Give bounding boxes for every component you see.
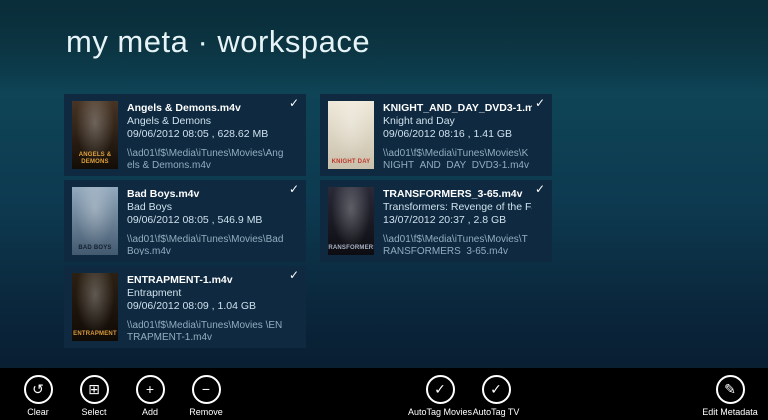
movie-poster: Transformers (328, 187, 374, 255)
media-card[interactable]: Knight Day KNIGHT_AND_DAY_DVD3-1.m4v Kni… (320, 94, 552, 176)
edit-pencil-icon: ✎ (716, 375, 745, 404)
movie-poster: Knight Day (328, 101, 374, 169)
app-bar: ↺ Clear ⊞ Select + Add − Remove ✓ AutoTa… (0, 368, 768, 420)
appbar-button-autotag-movies[interactable]: ✓ AutoTag Movies (412, 372, 468, 417)
card-movie-title: Knight and Day (383, 115, 532, 128)
remove-minus-icon: − (192, 375, 221, 404)
media-card[interactable]: Transformers TRANSFORMERS_3-65.m4v Trans… (320, 180, 552, 262)
movie-poster-title: Knight Day (332, 159, 371, 169)
movie-poster-title: Transformers (328, 245, 374, 255)
card-text: TRANSFORMERS_3-65.m4v Transformers: Reve… (383, 187, 544, 255)
card-grid: Angels & Demons Angels & Demons.m4v Ange… (64, 94, 768, 348)
card-movie-title: Entrapment (127, 287, 286, 300)
appbar-button-remove[interactable]: − Remove (178, 372, 234, 417)
select-grid-icon: ⊞ (80, 375, 109, 404)
selected-check-icon: ✓ (535, 182, 545, 196)
appbar-button-label: AutoTag TV (473, 407, 520, 417)
card-filename: Bad Boys.m4v (127, 188, 286, 201)
card-text: ENTRAPMENT-1.m4v Entrapment 09/06/2012 0… (127, 273, 298, 341)
card-file-path: \\ad01\f$\Media\iTunes\Movies\KNIGHT_AND… (383, 148, 532, 169)
page-title: my meta · workspace (66, 24, 768, 60)
card-file-path: \\ad01\f$\Media\iTunes\Movies\TRANSFORME… (383, 234, 532, 255)
card-file-path: \\ad01\f$\Media\iTunes\Movies\Bad Boys.m… (127, 234, 286, 255)
appbar-button-label: Clear (27, 407, 49, 417)
appbar-button-label: AutoTag Movies (408, 407, 472, 417)
card-filename: ENTRAPMENT-1.m4v (127, 274, 286, 287)
add-plus-icon: + (136, 375, 165, 404)
card-text: Bad Boys.m4v Bad Boys 09/06/2012 08:05 ,… (127, 187, 298, 255)
appbar-button-select[interactable]: ⊞ Select (66, 372, 122, 417)
appbar-button-label: Add (142, 407, 158, 417)
movie-poster: Angels & Demons (72, 101, 118, 169)
app-header: my meta · workspace (0, 0, 768, 92)
card-date-size: 09/06/2012 08:05 , 628.62 MB (127, 128, 286, 141)
selected-check-icon: ✓ (535, 96, 545, 110)
card-date-size: 09/06/2012 08:16 , 1.41 GB (383, 128, 532, 141)
selected-check-icon: ✓ (289, 182, 299, 196)
card-date-size: 09/06/2012 08:09 , 1.04 GB (127, 300, 286, 313)
movie-poster: Bad Boys (72, 187, 118, 255)
media-card[interactable]: Entrapment ENTRAPMENT-1.m4v Entrapment 0… (64, 266, 306, 348)
appbar-right-group: ✎ Edit Metadata (702, 372, 758, 417)
card-filename: TRANSFORMERS_3-65.m4v (383, 188, 532, 201)
appbar-button-label: Select (81, 407, 106, 417)
appbar-middle-group: ✓ AutoTag Movies ✓ AutoTag TV (412, 372, 524, 417)
autotag-movies-check-icon: ✓ (426, 375, 455, 404)
card-date-size: 09/06/2012 08:05 , 546.9 MB (127, 214, 286, 227)
appbar-left-group: ↺ Clear ⊞ Select + Add − Remove (10, 372, 234, 417)
appbar-button-edit-metadata[interactable]: ✎ Edit Metadata (702, 372, 758, 417)
card-text: KNIGHT_AND_DAY_DVD3-1.m4v Knight and Day… (383, 101, 544, 169)
movie-poster-title: Bad Boys (78, 245, 111, 255)
appbar-button-clear[interactable]: ↺ Clear (10, 372, 66, 417)
movie-poster-title: Angels & Demons (72, 152, 118, 169)
card-movie-title: Bad Boys (127, 201, 286, 214)
appbar-button-label: Remove (189, 407, 223, 417)
card-file-path: \\ad01\f$\Media\iTunes\Movies \ENTRAPMEN… (127, 320, 286, 341)
autotag-tv-check-icon: ✓ (482, 375, 511, 404)
card-filename: Angels & Demons.m4v (127, 102, 286, 115)
appbar-button-label: Edit Metadata (702, 407, 758, 417)
card-filename: KNIGHT_AND_DAY_DVD3-1.m4v (383, 102, 532, 115)
card-movie-title: Transformers: Revenge of the Fallen (383, 201, 532, 214)
selected-check-icon: ✓ (289, 96, 299, 110)
media-card[interactable]: Angels & Demons Angels & Demons.m4v Ange… (64, 94, 306, 176)
card-date-size: 13/07/2012 20:37 , 2.8 GB (383, 214, 532, 227)
movie-poster-title: Entrapment (73, 331, 117, 341)
card-movie-title: Angels & Demons (127, 115, 286, 128)
clear-undo-icon: ↺ (24, 375, 53, 404)
card-file-path: \\ad01\f$\Media\iTunes\Movies\Angels & D… (127, 148, 286, 169)
appbar-button-add[interactable]: + Add (122, 372, 178, 417)
media-card[interactable]: Bad Boys Bad Boys.m4v Bad Boys 09/06/201… (64, 180, 306, 262)
appbar-button-autotag-tv[interactable]: ✓ AutoTag TV (468, 372, 524, 417)
card-text: Angels & Demons.m4v Angels & Demons 09/0… (127, 101, 298, 169)
selected-check-icon: ✓ (289, 268, 299, 282)
movie-poster: Entrapment (72, 273, 118, 341)
